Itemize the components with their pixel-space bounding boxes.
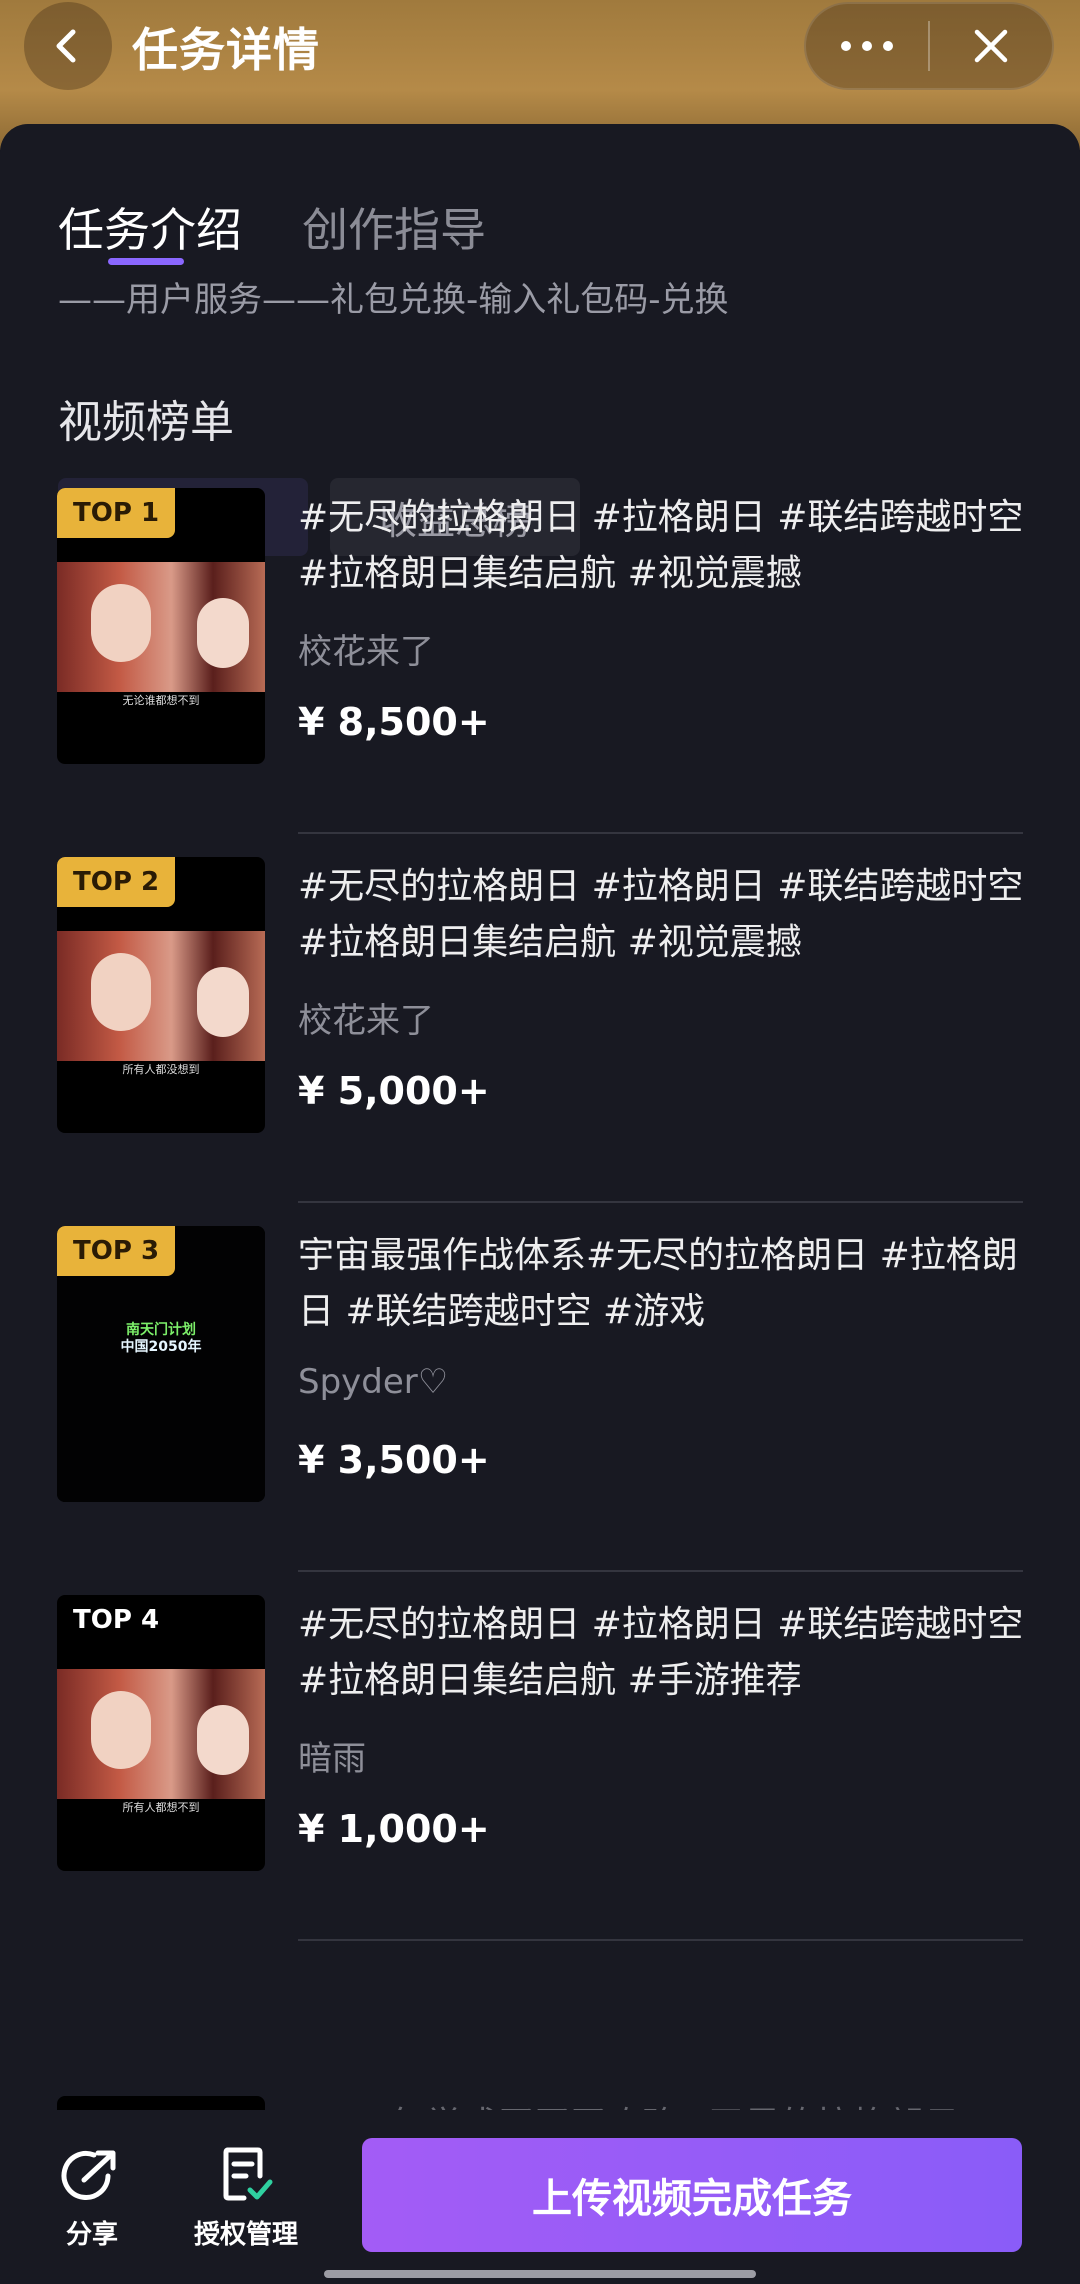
video-title: #无尽的拉格朗日 #拉格朗日 #联结跨越时空 #拉格朗日集结启航 #手游推荐	[298, 1604, 1024, 1701]
bottom-action-bar: 分享 授权管理 上传视频完成任务	[0, 2110, 1080, 2284]
list-item[interactable]: 所有人都没想到 TOP 2 #无尽的拉格朗日 #拉格朗日 #联结跨越时空 #拉格…	[0, 857, 1080, 1226]
thumbnail-scene	[57, 1669, 265, 1799]
rank-badge: TOP 2	[57, 857, 176, 907]
page-title: 任务详情	[132, 23, 320, 77]
tab-guide[interactable]: 创作指导	[302, 194, 486, 260]
authorization-label: 授权管理	[194, 2220, 299, 2250]
authorization-icon	[223, 2147, 273, 2201]
thumbnail-scene	[57, 931, 265, 1061]
video-author: 校花来了	[298, 1001, 434, 1041]
divider	[298, 832, 1023, 834]
rank-badge: TOP 4	[73, 1605, 160, 1635]
thumbnail-text-line-2: 中国2050年	[120, 1339, 202, 1355]
video-author: 暗雨	[298, 1739, 366, 1779]
video-author: Spyder♡	[298, 1362, 449, 1402]
thumbnail-caption: 所有人都没想到	[122, 1063, 200, 1076]
upload-video-button[interactable]: 上传视频完成任务	[362, 2138, 1022, 2252]
home-indicator	[324, 2270, 756, 2278]
close-icon	[974, 29, 1008, 63]
video-thumbnail[interactable]: 无论谁都想不到 TOP 1	[57, 488, 265, 764]
divider	[298, 1201, 1023, 1203]
section-title: 视频榜单	[58, 397, 234, 448]
tab-active-indicator	[108, 258, 184, 265]
video-earnings: ¥ 1,000+	[298, 1807, 490, 1851]
video-thumbnail[interactable]: 所有人都想不到 TOP 4	[57, 1595, 265, 1871]
video-earnings: ¥ 8,500+	[298, 700, 490, 744]
divider	[298, 1939, 1023, 1941]
task-description: ——用户服务——礼包兑换-输入礼包码-兑换	[58, 280, 729, 320]
video-thumbnail[interactable]: 所有人都没想到 TOP 2	[57, 857, 265, 1133]
divider	[298, 1570, 1023, 1572]
mini-app-capsule	[804, 2, 1054, 90]
thumbnail-text-line-1: 南天门计划	[126, 1322, 196, 1338]
list-item[interactable]: 所有人都想不到 TOP 4 #无尽的拉格朗日 #拉格朗日 #联结跨越时空 #拉格…	[0, 1595, 1080, 1964]
video-earnings: ¥ 3,500+	[298, 1438, 490, 1482]
video-earnings: ¥ 5,000+	[298, 1069, 490, 1113]
more-dots-icon	[841, 41, 893, 51]
video-author: 校花来了	[298, 632, 434, 672]
back-button[interactable]	[24, 2, 112, 90]
share-button[interactable]: 分享	[60, 2146, 124, 2251]
authorization-button[interactable]: 授权管理	[194, 2146, 298, 2251]
video-title: #无尽的拉格朗日 #拉格朗日 #联结跨越时空 #拉格朗日集结启航 #视觉震撼	[298, 866, 1024, 963]
rank-badge: TOP 1	[57, 488, 176, 538]
tab-bar: 任务介绍 创作指导	[58, 194, 486, 260]
tab-intro[interactable]: 任务介绍	[58, 194, 242, 260]
video-list: 无论谁都想不到 TOP 1 #无尽的拉格朗日 #拉格朗日 #联结跨越时空 #拉格…	[0, 488, 1080, 1964]
video-title: #无尽的拉格朗日 #拉格朗日 #联结跨越时空 #拉格朗日集结启航 #视觉震撼	[298, 497, 1024, 594]
close-button[interactable]	[930, 2, 1052, 90]
thumbnail-caption: 无论谁都想不到	[122, 694, 200, 707]
list-item[interactable]: 南天门计划 中国2050年 TOP 3 宇宙最强作战体系#无尽的拉格朗日 #拉格…	[0, 1226, 1080, 1595]
video-thumbnail[interactable]: 南天门计划 中国2050年 TOP 3	[57, 1226, 265, 1502]
chevron-left-icon	[56, 29, 76, 63]
thumbnail-caption: 所有人都想不到	[122, 1801, 200, 1814]
thumbnail-scene	[57, 562, 265, 692]
list-item[interactable]: 无论谁都想不到 TOP 1 #无尽的拉格朗日 #拉格朗日 #联结跨越时空 #拉格…	[0, 488, 1080, 857]
rank-badge: TOP 3	[57, 1226, 176, 1276]
video-title: 宇宙最强作战体系#无尽的拉格朗日 #拉格朗日 #联结跨越时空 #游戏	[298, 1235, 1018, 1332]
share-label: 分享	[65, 2220, 118, 2250]
more-button[interactable]	[806, 2, 928, 90]
share-icon	[61, 2150, 116, 2200]
thumbnail-text: 南天门计划 中国2050年	[57, 1322, 265, 1356]
